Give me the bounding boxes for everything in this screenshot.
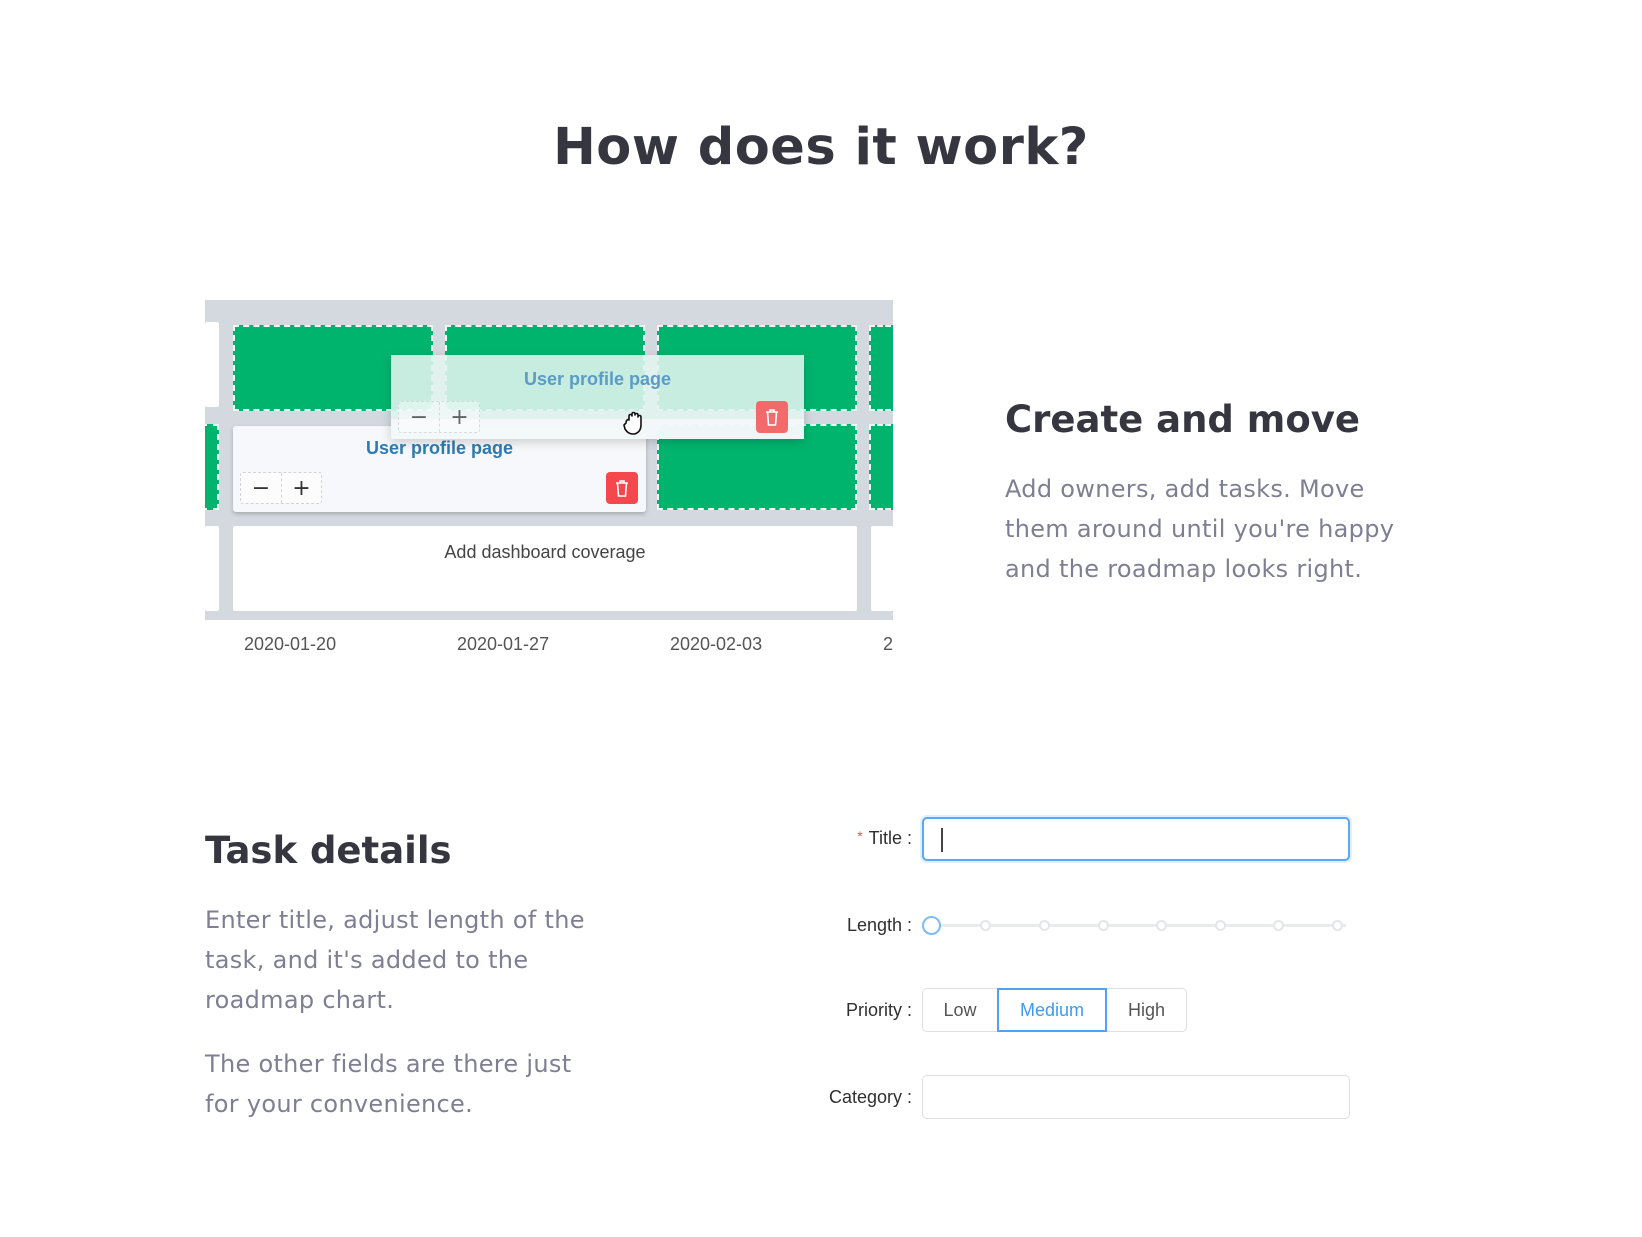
delete-task-button[interactable] (756, 401, 788, 433)
priority-medium[interactable]: Medium (997, 988, 1107, 1032)
slider-step[interactable] (980, 920, 991, 931)
priority-low[interactable]: Low (922, 988, 998, 1032)
increase-button[interactable]: + (281, 473, 321, 503)
roadmap-cell-filled[interactable] (205, 424, 219, 510)
task-title: Add dashboard coverage (444, 542, 646, 562)
delete-task-button[interactable] (606, 472, 638, 504)
create-move-title: Create and move (1005, 398, 1360, 441)
roadmap-cell (205, 526, 219, 611)
slider-step[interactable] (1156, 920, 1167, 931)
increase-button[interactable]: + (439, 402, 479, 432)
task-details-description: Enter title, adjust length of the task, … (205, 906, 585, 1014)
trash-icon (616, 480, 628, 497)
length-stepper[interactable]: − + (240, 472, 322, 504)
dragged-task-title: User profile page (523, 369, 672, 389)
priority-label: Priority : (845, 1000, 912, 1020)
task-title: User profile page (365, 438, 514, 458)
slider-step[interactable] (1332, 920, 1343, 931)
length-stepper[interactable]: − + (398, 401, 480, 433)
roadmap-cell (205, 322, 219, 407)
decrease-button[interactable]: − (399, 402, 439, 432)
task-details-note: The other fields are there just for your… (205, 1050, 572, 1118)
length-slider[interactable] (922, 915, 1350, 935)
page-heading: How does it work? (553, 118, 1089, 177)
slider-step[interactable] (1215, 920, 1226, 931)
text-caret (941, 828, 943, 852)
roadmap-preview: User profile page − + Add dashboard cove… (205, 300, 893, 620)
dragged-task[interactable]: User profile page − + (391, 355, 804, 439)
priority-selector[interactable]: Low Medium High (922, 988, 1187, 1032)
slider-step[interactable] (1039, 920, 1050, 931)
roadmap-task[interactable]: Add dashboard coverage (233, 526, 857, 611)
trash-icon (766, 409, 778, 426)
grab-hand-cursor-icon (623, 411, 642, 435)
date-label: 2 (883, 634, 894, 654)
decrease-button[interactable]: − (241, 473, 281, 503)
date-label: 2020-02-03 (670, 634, 763, 654)
length-label: Length : (846, 915, 912, 935)
roadmap-cell (871, 526, 893, 611)
category-input[interactable] (922, 1075, 1350, 1119)
category-label: Category : (828, 1087, 912, 1107)
title-input[interactable] (922, 817, 1350, 861)
required-mark: * (857, 828, 863, 844)
roadmap-cell-filled[interactable] (869, 424, 893, 510)
task-details-title: Task details (205, 829, 452, 872)
date-label: 2020-01-27 (457, 634, 550, 654)
create-move-description: Add owners, add tasks. Move them around … (1005, 475, 1395, 583)
slider-step[interactable] (1273, 920, 1284, 931)
priority-high[interactable]: High (1106, 988, 1187, 1032)
title-label: * Title : (857, 828, 912, 848)
date-label: 2020-01-20 (244, 634, 337, 654)
roadmap-cell-filled[interactable] (869, 325, 893, 411)
slider-handle[interactable] (922, 916, 941, 935)
slider-step[interactable] (1098, 920, 1109, 931)
